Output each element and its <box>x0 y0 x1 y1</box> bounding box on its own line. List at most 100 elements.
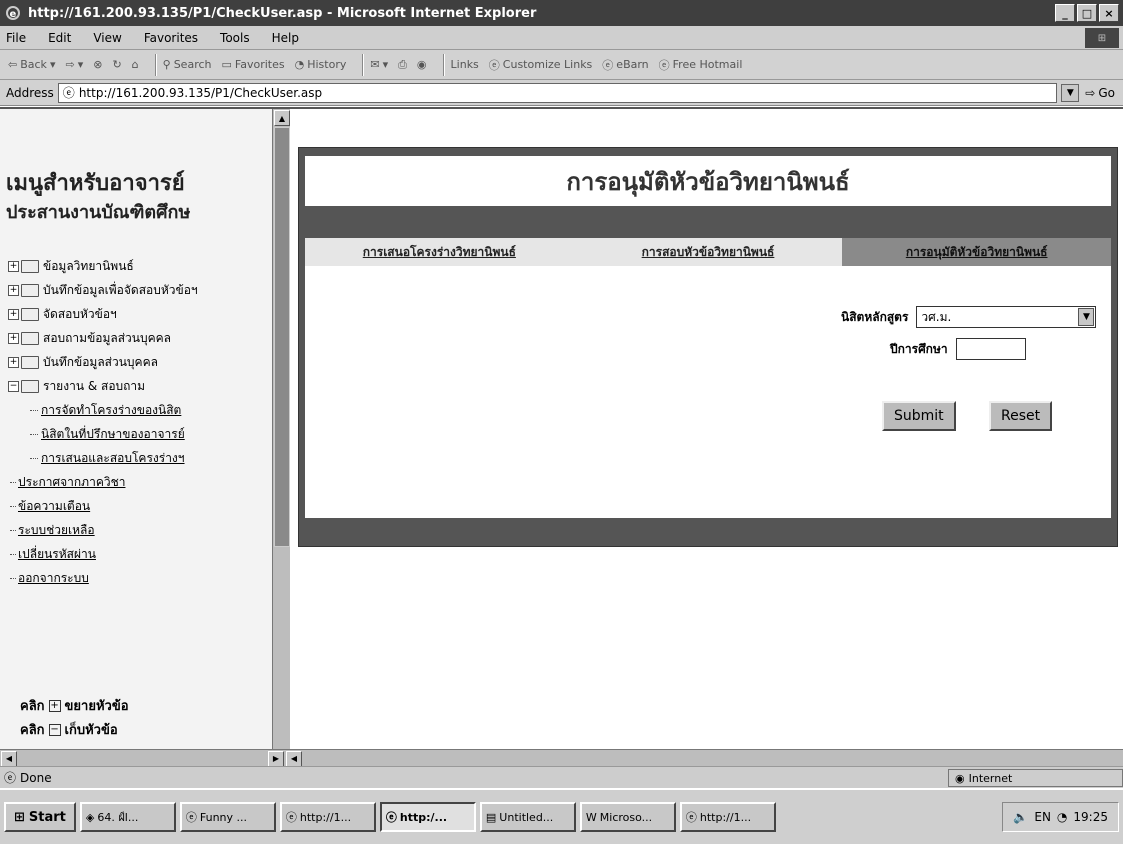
expand-icon[interactable]: + <box>8 332 19 344</box>
left-vertical-scrollbar[interactable]: ▲ <box>272 109 290 767</box>
taskbar-item[interactable]: W Microso... <box>579 802 676 832</box>
home-icon: ⌂ <box>131 58 139 71</box>
speaker-icon[interactable]: 🔈 <box>1013 810 1028 824</box>
tree-item-query-personal[interactable]: + สอบถามข้อมูลส่วนบุคคล <box>8 326 270 350</box>
start-button[interactable]: ⊞ Start <box>4 802 76 832</box>
window-title: http://161.200.93.135/P1/CheckUser.asp -… <box>28 5 537 21</box>
taskbar-item[interactable]: ⓔ http://1... <box>679 802 776 832</box>
address-input[interactable]: ⓔ http://161.200.93.135/P1/CheckUser.asp <box>57 82 1058 103</box>
history-button[interactable]: ◔ History <box>295 58 347 71</box>
minimize-button[interactable]: _ <box>1055 4 1075 22</box>
address-label: Address <box>6 85 54 100</box>
tree-item-thesis-info[interactable]: + ข้อมูลวิทยานิพนธ์ <box>8 254 270 278</box>
forward-button[interactable]: ⇨ ▾ <box>65 58 83 71</box>
mail-button[interactable]: ✉ ▾ <box>370 58 388 71</box>
taskbar-item[interactable]: ▤ Untitled... <box>479 802 576 832</box>
menu-link-help[interactable]: ระบบช่วยเหลือ <box>8 518 270 542</box>
menu-view[interactable]: View <box>93 31 121 45</box>
menu-favorites[interactable]: Favorites <box>144 31 198 45</box>
maximize-button[interactable]: □ <box>1077 4 1097 22</box>
taskbar-item[interactable]: ⓔ Funny ... <box>179 802 276 832</box>
expand-icon[interactable]: + <box>8 284 19 296</box>
tree-item-label: บันทึกข้อมูลส่วนบุคคล <box>43 354 158 369</box>
folder-icon <box>21 331 39 345</box>
favorites-label: Favorites <box>234 58 285 71</box>
stop-icon: ⊗ <box>93 58 103 71</box>
expand-icon[interactable]: + <box>8 260 19 272</box>
customize-links-link[interactable]: ⓔ Customize Links <box>489 57 593 73</box>
free-hotmail-link[interactable]: ⓔ Free Hotmail <box>659 57 743 73</box>
left-menu-frame: เมนูสำหรับอาจารย์ ประสานงานบัณฑิตศึกษ + … <box>0 109 272 767</box>
tree-subitem-link[interactable]: นิสิตในที่ปรึกษาของอาจารย์ <box>8 422 270 446</box>
address-dropdown-button[interactable]: ▼ <box>1061 83 1080 102</box>
customize-links-label: Customize Links <box>502 58 593 71</box>
go-button[interactable]: ⇨ Go <box>1085 86 1115 100</box>
toolbar-separator <box>154 53 157 76</box>
favorites-button[interactable]: ▭ Favorites <box>222 58 285 71</box>
menu-link-change-password[interactable]: เปลี่ยนรหัสผ่าน <box>8 542 270 566</box>
scroll-up-icon[interactable]: ▲ <box>274 110 290 126</box>
close-button[interactable]: × <box>1099 4 1119 22</box>
network-icon[interactable]: ◔ <box>1057 810 1067 824</box>
taskbar-item-label: http:/... <box>399 810 448 824</box>
folder-icon <box>21 307 39 321</box>
search-button[interactable]: ⚲ Search <box>163 58 212 71</box>
tree-item-label: สอบถามข้อมูลส่วนบุคคล <box>43 330 172 345</box>
taskbar-item-active[interactable]: ⓔ http:/... <box>379 802 476 832</box>
program-row: นิสิตหลักสูตร วศ.ม. ▼ <box>841 306 1097 328</box>
tree-item-record-exam-data[interactable]: + บันทึกข้อมูลเพื่อจัดสอบหัวข้อฯ <box>8 278 270 302</box>
tree-item-reports[interactable]: − รายงาน & สอบถาม <box>8 374 270 398</box>
svg-text:e: e <box>10 9 17 20</box>
menu-edit[interactable]: Edit <box>48 31 71 45</box>
tree-subitem-link[interactable]: การเสนอและสอบโครงร่างฯ <box>8 446 270 470</box>
scroll-left-icon[interactable]: ◀ <box>286 750 302 767</box>
tree-item-label: จัดสอบหัวข้อฯ <box>43 306 117 321</box>
tab-topic-approval[interactable]: การอนุมัติหัวข้อวิทยานิพนธ์ <box>842 238 1112 266</box>
ie-page-icon: ⓔ <box>285 811 297 824</box>
language-indicator[interactable]: EN <box>1034 810 1051 824</box>
expand-icon[interactable]: + <box>8 308 19 320</box>
tree-item-label: บันทึกข้อมูลเพื่อจัดสอบหัวข้อฯ <box>43 282 198 297</box>
home-button[interactable]: ⌂ <box>132 58 139 71</box>
menu-link-logout[interactable]: ออกจากระบบ <box>8 566 270 590</box>
toolbar-separator <box>442 53 445 76</box>
chevron-down-icon[interactable]: ▼ <box>1078 308 1095 326</box>
tab-proposal[interactable]: การเสนอโครงร่างวิทยานิพนธ์ <box>305 238 574 266</box>
tree-item-record-personal[interactable]: + บันทึกข้อมูลส่วนบุคคล <box>8 350 270 374</box>
program-select[interactable]: วศ.ม. ▼ <box>916 306 1097 328</box>
tree-item-schedule-exam[interactable]: + จัดสอบหัวข้อฯ <box>8 302 270 326</box>
help-expand-text: ขยายหัวข้อ <box>64 699 129 714</box>
ebarn-link[interactable]: ⓔ eBarn <box>602 57 648 73</box>
scroll-left-icon[interactable]: ◀ <box>1 750 17 767</box>
menu-file[interactable]: File <box>6 31 26 45</box>
scroll-right-icon[interactable]: ▶ <box>268 750 284 767</box>
menu-tools[interactable]: Tools <box>220 31 250 45</box>
taskbar-item[interactable]: ◈ 64. ฝ์l... <box>79 802 176 832</box>
free-hotmail-label: Free Hotmail <box>672 58 743 71</box>
menu-help[interactable]: Help <box>272 31 299 45</box>
reset-button[interactable]: Reset <box>989 401 1053 431</box>
scroll-thumb[interactable] <box>274 127 290 547</box>
taskbar-item-label: 64. ฝ์l... <box>97 811 139 824</box>
menu-link-announcements[interactable]: ประกาศจากภาควิชา <box>8 470 270 494</box>
menu-link-alerts[interactable]: ข้อความเตือน <box>8 494 270 518</box>
refresh-button[interactable]: ↻ <box>112 58 121 71</box>
submit-button[interactable]: Submit <box>882 401 956 431</box>
print-button[interactable]: ⎙ <box>398 58 407 72</box>
back-button[interactable]: ⇦ Back ▾ <box>8 58 55 71</box>
tree-subitem-link[interactable]: การจัดทำโครงร่างของนิสิต <box>8 398 270 422</box>
collapse-icon[interactable]: − <box>8 380 19 392</box>
stop-button[interactable]: ⊗ <box>93 58 102 71</box>
expand-icon[interactable]: + <box>8 356 19 368</box>
horizontal-scrollbar[interactable]: ◀ ▶ ◀ <box>0 749 1123 767</box>
search-icon: ⚲ <box>162 58 171 71</box>
refresh-icon: ↻ <box>112 58 122 71</box>
year-input[interactable] <box>955 338 1026 360</box>
tab-topic-exam[interactable]: การสอบหัวข้อวิทยานิพนธ์ <box>574 238 843 266</box>
taskbar-item[interactable]: ⓔ http://1... <box>279 802 376 832</box>
discuss-button[interactable]: ◉ <box>417 58 427 71</box>
toolbar: ⇦ Back ▾ ⇨ ▾ ⊗ ↻ ⌂ ⚲ Search ▭ Favorites … <box>0 50 1123 80</box>
clock[interactable]: 19:25 <box>1073 810 1108 824</box>
page-title: การอนุมัติหัวข้อวิทยานิพนธ์ <box>305 156 1111 206</box>
history-label: History <box>307 58 347 71</box>
